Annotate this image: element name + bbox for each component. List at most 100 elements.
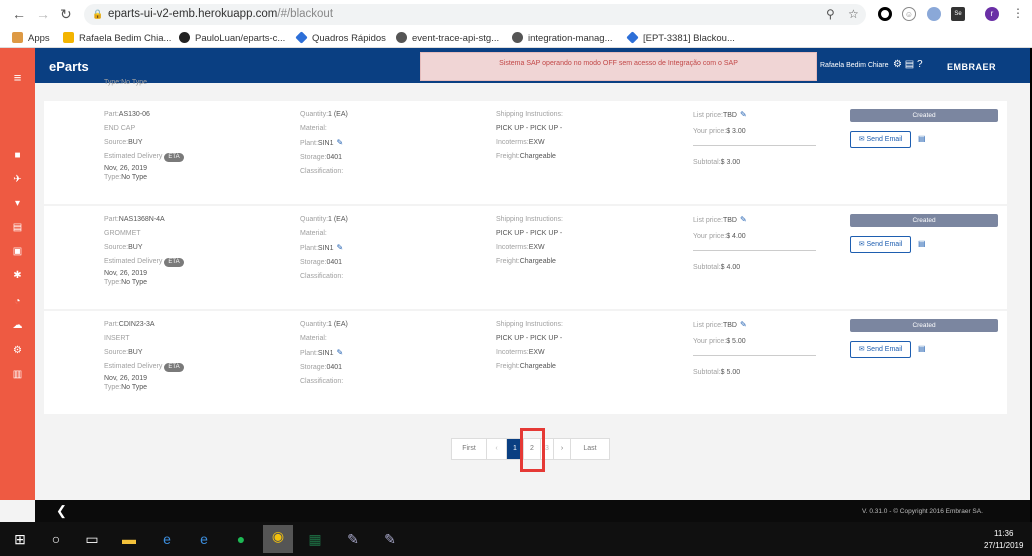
price-info: List price:TBD ✎ Your price:$ 3.00 Subtot… [693,110,747,166]
price-info: List price:TBD ✎ Your price:$ 5.00 Subtot… [693,320,747,376]
bookmark-apps[interactable]: Apps [12,32,50,44]
star-icon[interactable]: ☆ [848,7,859,21]
shipping-value: PICK UP - PICK UP - [496,230,563,237]
type-value: No Type [121,174,148,181]
search-circle-icon[interactable]: ○ [45,528,67,550]
freight-value: Chargeable [519,153,556,160]
bookmark-item[interactable]: Rafaela Bedim Chia... [63,32,171,44]
page-first[interactable]: First [452,439,487,459]
highlight-box [520,428,545,472]
part-info: Part:CDIN23-3A INSERT Source:BUY Estimat… [104,318,184,392]
user-name[interactable]: Rafaela Bedim Chiare [820,62,888,69]
document-icon[interactable]: ▤ [918,134,926,143]
page-prev[interactable]: ‹ [487,439,507,459]
document-icon[interactable]: ▤ [918,344,926,353]
page-next[interactable]: › [554,439,571,459]
airplane-icon[interactable]: ✈ [0,174,35,185]
your-price: $ 5.00 [726,338,746,345]
edit-pencil-icon[interactable]: ✎ [336,348,343,357]
paint-3d-icon[interactable]: ✎ [379,528,401,550]
part-description: END CAP [104,125,136,132]
back-arrow-icon[interactable]: ← [12,6,26,22]
status-badge: Created [850,109,998,122]
timer-icon[interactable]: ◔ [0,296,35,307]
bookmark-item[interactable]: [EPT-3381] Blackou... [626,31,735,44]
order-item-card: Part:AS130-06 END CAP Source:BUY Estimat… [44,101,1007,204]
cart-icon[interactable]: ▾ [0,198,35,209]
part-description: GROMMET [104,230,141,237]
paint-icon[interactable]: ✎ [342,528,364,550]
send-email-button[interactable]: ✉ Send Email [850,131,911,148]
bookmark-item[interactable]: PauloLuan/eparts-c... [179,32,285,44]
divider [693,355,816,356]
edit-pencil-icon[interactable]: ✎ [740,110,747,119]
zoom-icon[interactable]: ⚲ [826,7,835,21]
selenium-icon[interactable]: Se [951,7,965,21]
edge-icon[interactable]: e [156,528,178,550]
material-label: Material: [300,125,327,132]
document-icon[interactable]: ▤ [0,222,35,233]
help-icon[interactable]: ? [917,59,923,70]
classification-label: Classification: [300,168,344,175]
source-value: BUY [128,349,143,356]
subtotal-value: $ 3.00 [720,159,741,166]
reload-icon[interactable]: ↻ [60,6,72,23]
bar-chart-icon[interactable]: ▥ [0,369,35,380]
edit-pencil-icon[interactable]: ✎ [336,243,343,252]
extension-badge-icon[interactable] [927,7,941,21]
windows-start-icon[interactable]: ⊞ [9,528,31,550]
excel-icon[interactable]: ▦ [304,528,326,550]
send-email-button[interactable]: ✉ Send Email [850,341,911,358]
collapse-arrow-icon[interactable]: ❮ [56,503,67,519]
apps-grid-icon [12,32,23,43]
storage-value: 0401 [326,259,343,266]
edit-pencil-icon[interactable]: ✎ [740,215,747,224]
bookmark-item[interactable]: event-trace-api-stg... [396,32,499,44]
page-last[interactable]: Last [571,439,609,459]
chrome-icon[interactable]: ◉ [263,525,293,553]
spotify-icon[interactable]: ● [230,528,252,550]
material-label: Material: [300,230,327,237]
task-view-icon[interactable]: ▭ [81,528,103,550]
cloud-icon[interactable]: ☁ [0,320,35,331]
incoterms-value: EXW [528,244,545,251]
freight-value: Chargeable [519,363,556,370]
document-icon[interactable]: ▤ [918,239,926,248]
bookmark-item[interactable]: integration-manag... [512,32,613,44]
classification-label: Classification: [300,273,344,280]
quantity-info: Quantity:1 (EA) Material: Plant:SIN1 ✎ St… [300,213,348,284]
part-number: CDIN23-3A [118,321,155,328]
edit-pencil-icon[interactable]: ✎ [740,320,747,329]
internet-explorer-icon[interactable]: e [193,528,215,550]
extension-o-icon[interactable] [878,7,892,21]
menu-dots-icon[interactable]: ⋮ [1012,6,1024,20]
app-header: eParts Sistema SAP operando no modo OFF … [35,48,1030,83]
quantity-info: Quantity:1 (EA) Material: Plant:SIN1 ✎ St… [300,318,348,389]
calendar-icon[interactable]: ▣ [0,246,35,257]
hamburger-menu-icon[interactable]: ≡ [0,70,35,85]
profile-avatar[interactable]: r [985,7,999,21]
address-bar[interactable]: 🔒 eparts-ui-v2-emb.herokuapp.com/#/black… [84,4,866,25]
incoterms-value: EXW [528,139,545,146]
list-price: TBD [722,322,737,329]
tools-icon[interactable]: ✱ [0,270,35,281]
delivery-date: Nov, 26, 2019 [104,270,148,277]
taskbar-clock[interactable]: 11:36 27/11/2019 [984,528,1023,552]
classification-label: Classification: [300,378,344,385]
storage-value: 0401 [326,364,343,371]
source-value: BUY [128,244,143,251]
app-brand[interactable]: eParts [49,59,89,74]
extension-face-icon[interactable]: ☺ [902,7,916,21]
bookmark-item[interactable]: Quadros Rápidos [295,31,386,44]
quantity-value: 1 (EA) [328,111,348,118]
truck-icon[interactable]: ■ [0,150,35,161]
status-badge: Created [850,214,998,227]
gear-icon[interactable]: ⚙ [893,59,902,70]
cogs-icon[interactable]: ⚙ [0,345,35,356]
shipping-label: Shipping Instructions: [496,216,563,223]
edit-pencil-icon[interactable]: ✎ [336,138,343,147]
document-icon[interactable]: ▤ [905,59,914,70]
file-explorer-icon[interactable]: ▬ [118,528,140,550]
forward-arrow-icon[interactable]: → [36,6,50,22]
send-email-button[interactable]: ✉ Send Email [850,236,911,253]
